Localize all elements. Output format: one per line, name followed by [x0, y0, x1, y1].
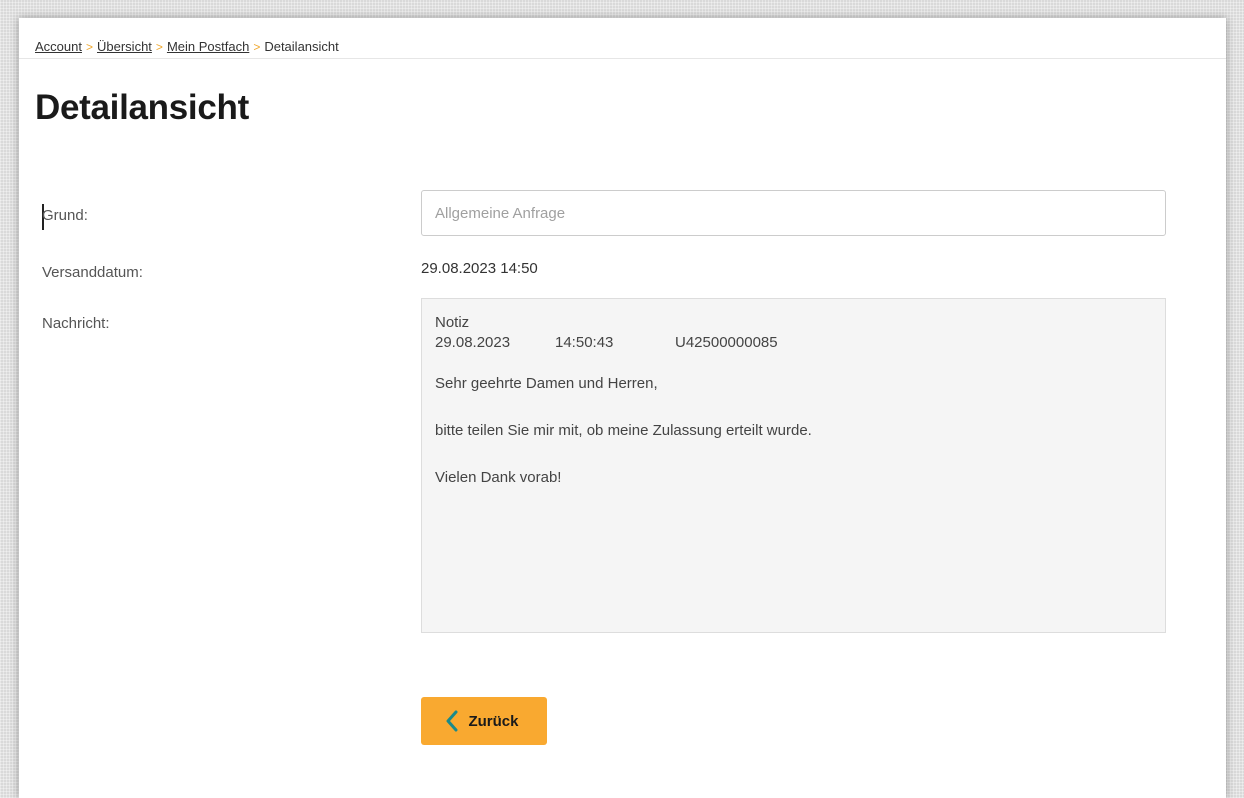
message-box: Notiz 29.08.2023 14:50:43 U42500000085 S…	[421, 298, 1166, 633]
message-greeting: Sehr geehrte Damen und Herren,	[435, 375, 658, 392]
versanddatum-value: 29.08.2023 14:50	[421, 260, 538, 277]
message-closing: Vielen Dank vorab!	[435, 469, 562, 486]
breadcrumb-separator: >	[155, 40, 163, 54]
breadcrumb-separator: >	[85, 40, 93, 54]
breadcrumb: Account > Übersicht > Mein Postfach > Detailan…	[35, 39, 339, 54]
back-button-label: Zurück	[468, 712, 519, 730]
message-body: bitte teilen Sie mir mit, ob meine Zulas…	[435, 422, 812, 439]
message-reference: U42500000085	[675, 334, 778, 351]
message-type: Notiz	[435, 314, 470, 331]
header-divider	[19, 58, 1226, 59]
chevron-left-icon	[445, 710, 459, 732]
versanddatum-label: Versanddatum:	[42, 264, 143, 281]
message-meta: 29.08.2023 14:50:43 U42500000085	[435, 333, 1152, 353]
breadcrumb-separator: >	[253, 40, 261, 54]
breadcrumb-link-uebersicht[interactable]: Übersicht	[97, 39, 152, 54]
grund-label: Grund:	[42, 207, 88, 224]
grund-input[interactable]	[421, 190, 1166, 236]
breadcrumb-link-account[interactable]: Account	[35, 39, 82, 54]
page-title: Detailansicht	[35, 88, 249, 127]
message-time: 14:50:43	[555, 334, 614, 351]
nachricht-label: Nachricht:	[42, 315, 110, 332]
page-container: Account > Übersicht > Mein Postfach > Detailan…	[19, 18, 1226, 798]
back-button[interactable]: Zurück	[421, 697, 547, 745]
breadcrumb-current: Detailansicht	[264, 39, 339, 54]
message-date: 29.08.2023	[435, 334, 511, 351]
breadcrumb-link-mein-postfach[interactable]: Mein Postfach	[167, 39, 249, 54]
